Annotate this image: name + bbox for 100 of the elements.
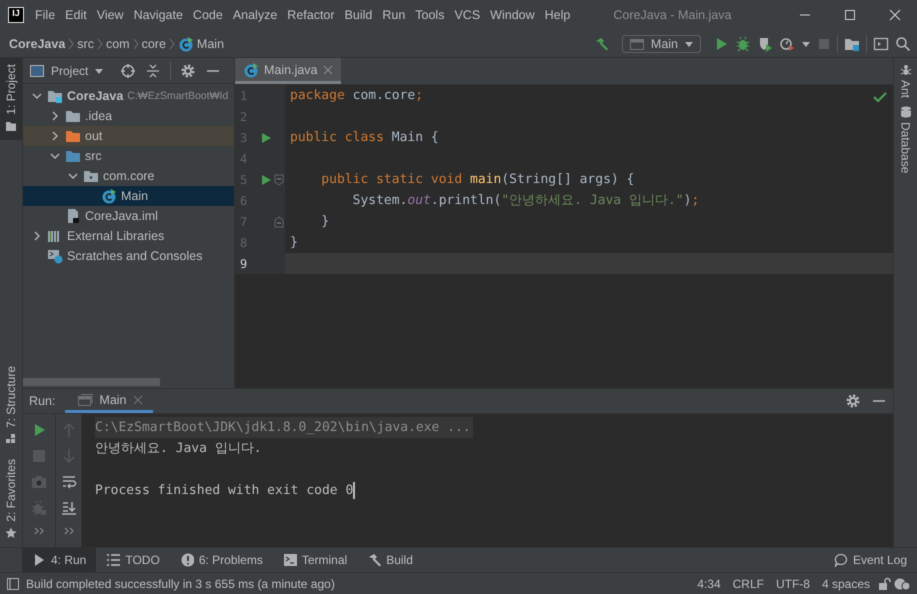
tool-tab[interactable]: TODO [96, 548, 170, 572]
menu-item[interactable]: Window [485, 5, 540, 25]
menu-item[interactable]: Build [340, 5, 378, 25]
tree-label: Scratches and Consoles [67, 249, 202, 263]
star-icon [5, 527, 17, 539]
scrollbar[interactable] [23, 378, 160, 386]
tool-tab[interactable]: Build [357, 548, 423, 572]
tool-window-button[interactable]: Ant [898, 64, 912, 98]
breadcrumb-item[interactable]: src [77, 36, 94, 50]
breadcrumb-item[interactable]: com [106, 36, 130, 50]
gauge-icon[interactable] [779, 36, 795, 52]
breadcrumb-item[interactable]: core [142, 36, 166, 50]
soft-wrap-icon[interactable] [60, 474, 76, 490]
info-icon [180, 552, 194, 568]
tool-tab[interactable]: 6: Problems [170, 548, 273, 572]
menu-item[interactable]: Run [377, 5, 410, 25]
tree-item[interactable]: out [23, 126, 234, 146]
status-message: Build completed successfully in 3 s 655 ms (a minute ago) [26, 576, 336, 590]
tree-item[interactable]: CoreJava C:₩EzSmartBoot₩Id [23, 86, 234, 106]
breadcrumb-item[interactable]: Main [196, 36, 224, 50]
menu-item[interactable]: Help [540, 5, 576, 25]
inspector-icon[interactable] [893, 576, 911, 590]
shield-run-icon[interactable] [757, 36, 773, 52]
menu-item[interactable]: Navigate [128, 5, 188, 25]
collapse-icon[interactable] [145, 62, 162, 78]
tree-item[interactable]: src [23, 146, 234, 166]
fold-icon[interactable] [274, 174, 284, 186]
menu-item[interactable]: Code [188, 5, 228, 25]
tool-tab[interactable]: Terminal [272, 548, 358, 572]
folder-icon [5, 120, 17, 132]
view-dropdown[interactable]: Project [29, 62, 104, 78]
tool-window-button[interactable]: 1: Project [0, 58, 22, 140]
console-icon [47, 248, 63, 264]
tree-item[interactable]: com.core [23, 166, 234, 186]
text-cursor [353, 482, 356, 499]
tree-item[interactable]: Main [23, 186, 234, 206]
hammer-icon[interactable] [594, 36, 610, 52]
close-button[interactable] [886, 7, 902, 23]
window-icon[interactable] [873, 36, 889, 52]
class-icon [243, 62, 259, 78]
structure-icon [5, 433, 17, 446]
run-icon[interactable] [260, 174, 272, 186]
window-icon [628, 36, 645, 50]
tool-window-button[interactable]: 7: Structure [0, 360, 22, 454]
caret-icon [94, 66, 104, 74]
code-line: public class Main { [289, 129, 440, 147]
folder-icon [65, 108, 81, 124]
class-icon [178, 36, 194, 52]
panel-label: Run: [29, 394, 56, 408]
terminal-icon [282, 552, 297, 568]
tool-window-button[interactable]: Database [898, 106, 912, 174]
speech-bubble-icon [834, 553, 848, 567]
menu-item[interactable]: Analyze [228, 5, 282, 25]
bug-icon[interactable] [735, 36, 751, 52]
tool-window-button[interactable]: 2: Favorites [0, 453, 22, 547]
editor-tab[interactable]: Main.java [235, 58, 340, 84]
tree-label: Main [121, 189, 148, 203]
caret-icon [684, 40, 694, 48]
tree-label: src [85, 149, 102, 163]
status-item[interactable]: UTF-8 [770, 576, 815, 590]
settings-icon[interactable] [845, 393, 861, 409]
menu-item[interactable]: File [30, 5, 60, 25]
window-title: CoreJava - Main.java [613, 8, 732, 22]
fold-icon[interactable] [274, 216, 284, 228]
menu-item[interactable]: Edit [60, 5, 92, 25]
more-icon[interactable] [64, 526, 74, 536]
scroll-to-end-icon[interactable] [60, 500, 76, 516]
code-line: package com.core; [289, 87, 424, 105]
panel-toggle-icon[interactable] [6, 576, 20, 590]
tree-item[interactable]: .idea [23, 106, 234, 126]
tool-tab[interactable]: 4: Run [22, 548, 96, 572]
search-icon[interactable] [895, 36, 911, 52]
code-line: } [289, 234, 299, 252]
caret-icon[interactable] [801, 40, 811, 48]
status-item[interactable]: 4:34 [692, 576, 726, 590]
status-item[interactable]: 4 spaces [816, 576, 875, 590]
status-item[interactable]: CRLF [728, 576, 769, 590]
run-icon[interactable] [260, 132, 272, 144]
database-icon [900, 106, 912, 118]
settings-icon[interactable] [180, 62, 196, 78]
run-config-dropdown[interactable]: Main [622, 34, 701, 52]
tree-item[interactable]: Scratches and Consoles [23, 246, 234, 266]
tree-label: .idea [85, 109, 112, 123]
code-line: } [320, 213, 330, 231]
menu-item[interactable]: Tools [410, 5, 450, 25]
menu-item[interactable]: VCS [449, 5, 486, 25]
more-icon[interactable] [34, 526, 44, 536]
crosshair-icon[interactable] [120, 62, 136, 78]
folder-icon [65, 128, 81, 144]
tree-item[interactable]: External Libraries [23, 226, 234, 246]
tree-item[interactable]: CoreJava.iml [23, 206, 234, 226]
breadcrumb-item[interactable]: CoreJava [9, 36, 66, 50]
code-line: public static void main(String[] args) { [320, 171, 636, 189]
tree-label: out [85, 129, 102, 143]
menu-item[interactable]: View [92, 5, 129, 25]
event-log-button[interactable]: Event Log [824, 548, 917, 572]
module-folder-icon [47, 88, 63, 104]
tree-label: CoreJava.iml [85, 209, 158, 223]
menu-item[interactable]: Refactor [282, 5, 340, 25]
unlocked-icon[interactable] [877, 576, 891, 590]
